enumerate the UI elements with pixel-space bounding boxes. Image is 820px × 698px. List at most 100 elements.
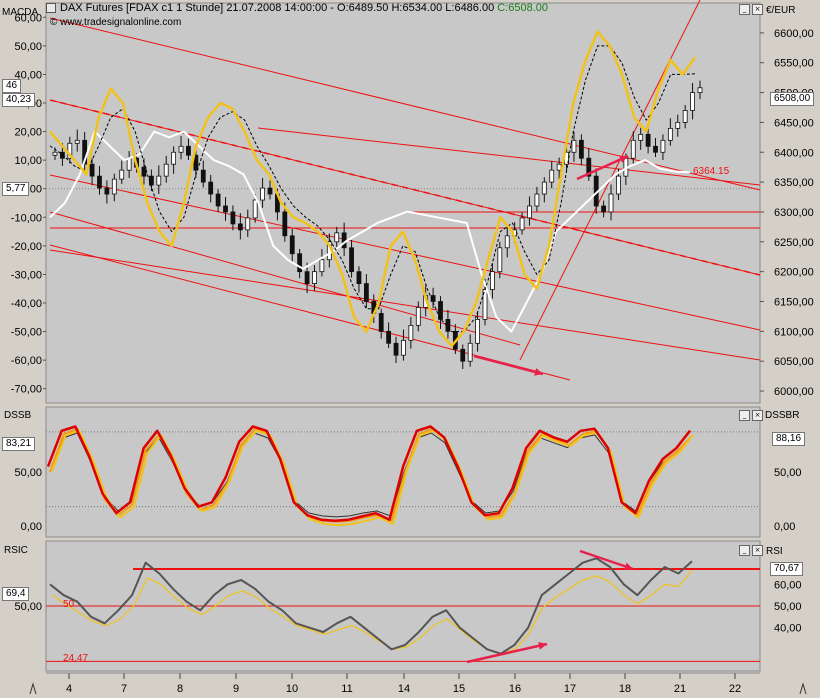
macd-tick-label: 20,00 — [14, 127, 42, 139]
candle-body — [349, 247, 354, 273]
candle-body — [104, 187, 110, 195]
candle-body — [467, 342, 473, 362]
dssb-tick-label: 0,00 — [21, 521, 42, 533]
macd-tick-label: -40,00 — [11, 298, 42, 310]
rsi-2447-annotation: 24.47 — [63, 653, 89, 664]
level-annotation: 6364.15 — [693, 166, 730, 177]
candle-body — [245, 217, 251, 231]
candle-body — [504, 235, 510, 249]
dssb-tick-label: 50,00 — [14, 467, 42, 479]
main-window-buttons[interactable]: _ × — [739, 4, 763, 15]
candle-body — [571, 139, 577, 153]
dssbr-tag: 88,16 — [772, 432, 806, 446]
candle-body — [556, 163, 562, 171]
rsic-panel-label: RSIC — [4, 545, 28, 556]
candle-body — [148, 175, 154, 186]
price-tick-label: 6250,00 — [774, 237, 814, 249]
candle-body — [252, 199, 258, 219]
rsi-tick-label: 50,00 — [774, 601, 802, 613]
candle-body — [653, 145, 658, 153]
candle-body — [490, 271, 495, 290]
rsi-panel-label: RSI — [766, 546, 783, 557]
candle-body — [74, 139, 80, 144]
candle-body — [630, 139, 636, 159]
dssbr-tick-label: 50,00 — [774, 467, 802, 479]
x-tick-label: 18 — [619, 683, 631, 695]
candle-body — [534, 193, 540, 207]
candle-body — [260, 187, 265, 201]
candle-body — [578, 139, 584, 159]
x-tick-label: 11 — [341, 683, 352, 695]
macd-tick-label: -10,00 — [11, 212, 42, 224]
candle-body — [667, 127, 673, 141]
macd-tick-label: -70,00 — [11, 384, 42, 396]
candle-body — [401, 339, 406, 356]
minimize-icon[interactable]: _ — [739, 410, 750, 421]
rsi-window-buttons[interactable]: _ × — [739, 545, 763, 556]
candle-body — [645, 133, 651, 147]
x-tick-label: 15 — [453, 683, 465, 695]
x-tick-label: 17 — [564, 683, 576, 695]
dssb-window-buttons[interactable]: _ × — [739, 410, 763, 421]
price-tick-label: 6100,00 — [774, 326, 814, 338]
x-tick-label: 4 — [66, 683, 72, 695]
macd-panel-label: MACDA — [2, 7, 39, 18]
candle-body — [289, 235, 295, 255]
rsic-tick-label: 50,00 — [14, 601, 42, 613]
minimize-icon[interactable]: _ — [739, 545, 750, 556]
rsi-tick-label: 40,00 — [774, 623, 802, 635]
candle-body — [319, 259, 325, 273]
x-tick-label: 10 — [286, 683, 298, 695]
candle-body — [497, 247, 503, 273]
candle-body — [186, 145, 191, 156]
price-tick-label: 6550,00 — [774, 58, 814, 70]
candle-body — [341, 232, 347, 249]
dssb-panel — [45, 406, 761, 538]
candle-body — [223, 205, 228, 213]
candle-body — [178, 145, 184, 153]
close-icon[interactable]: × — [752, 4, 763, 15]
price-axis-label: €/EUR — [766, 5, 796, 16]
expand-box-icon[interactable] — [46, 3, 56, 14]
candle-body — [126, 157, 132, 171]
candle-body — [237, 223, 243, 231]
x-tick-label: 16 — [509, 683, 521, 695]
x-tick-label: 22 — [729, 683, 741, 695]
instrument-title: DAX Futures [FDAX c1 1 Stunde] — [60, 2, 224, 14]
price-tag: 6508,00 — [770, 92, 815, 106]
candle-body — [163, 163, 169, 177]
x-tick-label: 14 — [398, 683, 410, 695]
candle-body — [200, 169, 206, 183]
candle-body — [415, 307, 421, 326]
candle-body — [334, 232, 340, 243]
candle-body — [297, 253, 303, 273]
candle-body — [393, 342, 399, 356]
header-close: C:6508.00 — [497, 2, 549, 14]
candle-body — [638, 133, 644, 141]
candle-body — [527, 205, 532, 219]
minimize-icon[interactable]: _ — [739, 4, 750, 15]
macd-tick-label: -50,00 — [11, 327, 42, 339]
rsic-tag: 69,4 — [2, 587, 30, 601]
candle-body — [141, 166, 147, 177]
close-icon[interactable]: × — [752, 545, 763, 556]
candle-body — [519, 217, 525, 231]
candle-body — [408, 324, 414, 341]
close-icon[interactable]: × — [752, 410, 763, 421]
candle-body — [660, 139, 666, 153]
candle-body — [97, 175, 102, 189]
chart-canvas: -70,00 -60,00 -50,00 -40,00 -30,00 -20,00 -10,… — [0, 0, 820, 698]
macd-tick-label: 50,00 — [14, 41, 42, 53]
candle-body — [460, 348, 466, 362]
candle-body — [616, 175, 621, 195]
macd-tick-label: -20,00 — [11, 241, 42, 253]
price-tick-label: 6200,00 — [774, 267, 814, 279]
candle-body — [156, 175, 162, 186]
candle-body — [208, 181, 214, 195]
candle-body — [111, 178, 117, 195]
rsi-tick-label: 60,00 — [774, 579, 802, 591]
x-tick-label: 21 — [674, 683, 686, 695]
candle-body — [378, 313, 384, 332]
candle-body — [52, 151, 58, 156]
candle-body — [304, 271, 310, 284]
